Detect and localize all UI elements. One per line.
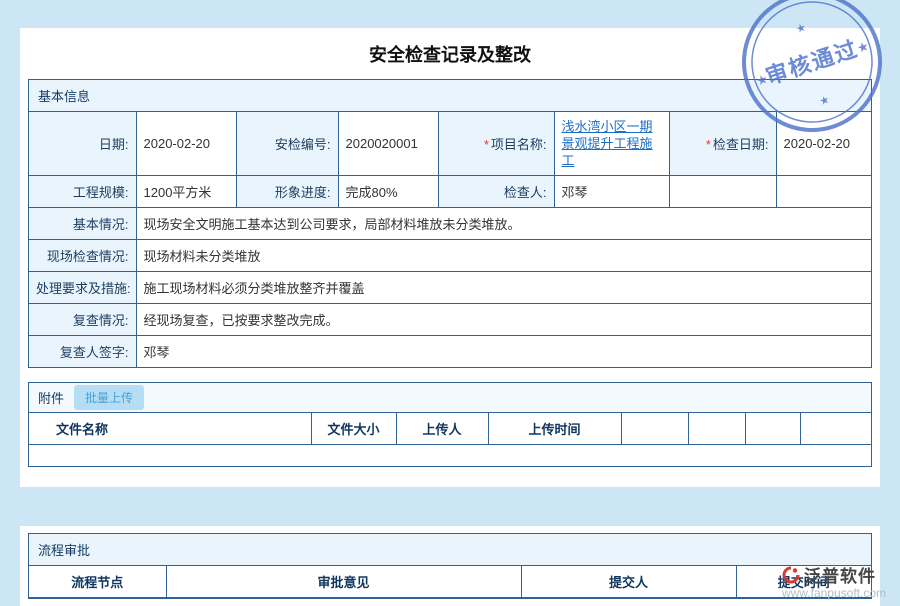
basic-info-table: 日期: 2020-02-20 安检编号: 2020020001 *项目名称: 浅… (29, 112, 871, 367)
approval-content-sheet: 流程审批 流程节点 审批意见 提交人 提交时间 (20, 526, 880, 606)
table-row: 日期: 2020-02-20 安检编号: 2020020001 *项目名称: 浅… (29, 112, 871, 176)
basic-info-panel: 基本信息 日期: 2020-02-20 安检编号: 2020020001 *项目… (28, 79, 872, 368)
empty-header-cell (745, 413, 800, 445)
approval-panel: 流程审批 流程节点 审批意见 提交人 提交时间 (28, 533, 872, 599)
signature-label: 复查人签字: (29, 336, 136, 368)
node-column-header: 流程节点 (29, 566, 166, 598)
basic-info-section-title: 基本信息 (38, 89, 90, 104)
table-row: 复查情况: 经现场复查，已按要求整改完成。 (29, 304, 871, 336)
review-label: 复查情况: (29, 304, 136, 336)
table-header-row: 文件名称 文件大小 上传人 上传时间 (29, 413, 871, 445)
empty-header-cell (688, 413, 745, 445)
empty-cell (669, 176, 776, 208)
fanpu-logo-icon (782, 566, 800, 584)
required-mark: * (706, 137, 711, 152)
panel-gap (28, 368, 872, 382)
approval-section-header: 流程审批 (29, 534, 871, 566)
project-value-cell: 浅水湾小区一期景观提升工程施工 (554, 112, 669, 176)
attachments-empty-area (29, 445, 871, 466)
site-check-value: 现场材料未分类堆放 (136, 240, 871, 272)
situation-label: 基本情况: (29, 208, 136, 240)
project-link[interactable]: 浅水湾小区一期景观提升工程施工 (562, 118, 662, 169)
situation-value: 现场安全文明施工基本达到公司要求，局部材料堆放未分类堆放。 (136, 208, 871, 240)
table-row: 现场检查情况: 现场材料未分类堆放 (29, 240, 871, 272)
fanpu-brand-text: 泛普软件 (804, 562, 876, 587)
file-size-column-header: 文件大小 (311, 413, 396, 445)
check-date-value: 2020-02-20 (776, 112, 871, 176)
required-mark: * (484, 137, 489, 152)
table-row: 复查人签字: 邓琴 (29, 336, 871, 368)
measures-label: 处理要求及措施: (29, 272, 136, 304)
file-name-column-header: 文件名称 (29, 413, 311, 445)
project-label-text: 项目名称: (491, 137, 547, 152)
attachments-table: 文件名称 文件大小 上传人 上传时间 (29, 413, 871, 445)
page-title: 安全检查记录及整改 (28, 28, 872, 79)
submitter-column-header: 提交人 (521, 566, 736, 598)
batch-upload-button[interactable]: 批量上传 (74, 385, 144, 410)
basic-info-section-header: 基本信息 (29, 80, 871, 112)
scale-value: 1200平方米 (136, 176, 236, 208)
empty-header-cell (800, 413, 871, 445)
site-check-label: 现场检查情况: (29, 240, 136, 272)
approval-section-title: 流程审批 (38, 543, 90, 558)
inspector-label: 检查人: (438, 176, 554, 208)
fanpu-watermark: www.fanpusoft.com (782, 587, 886, 600)
approval-table: 流程节点 审批意见 提交人 提交时间 (29, 566, 871, 598)
date-label: 日期: (29, 112, 136, 176)
upload-time-column-header: 上传时间 (488, 413, 621, 445)
table-row: 处理要求及措施: 施工现场材料必须分类堆放整齐并覆盖 (29, 272, 871, 304)
date-value: 2020-02-20 (136, 112, 236, 176)
progress-label: 形象进度: (236, 176, 338, 208)
main-content-sheet: 安全检查记录及整改 基本信息 日期: 2020-02-20 安检编号: 2020… (20, 28, 880, 487)
attachments-section-title: 附件 (38, 388, 64, 407)
opinion-column-header: 审批意见 (166, 566, 521, 598)
fanpu-brand: 泛普软件 www.fanpusoft.com (782, 562, 886, 600)
empty-header-cell (621, 413, 688, 445)
table-row: 工程规模: 1200平方米 形象进度: 完成80% 检查人: 邓琴 (29, 176, 871, 208)
inspector-value: 邓琴 (554, 176, 669, 208)
progress-value: 完成80% (338, 176, 438, 208)
empty-cell (776, 176, 871, 208)
fanpu-brand-row: 泛普软件 (782, 562, 886, 587)
review-value: 经现场复查，已按要求整改完成。 (136, 304, 871, 336)
attachments-section-header: 附件 批量上传 (29, 383, 871, 413)
project-label: *项目名称: (438, 112, 554, 176)
check-no-label: 安检编号: (236, 112, 338, 176)
attachments-panel: 附件 批量上传 文件名称 文件大小 上传人 上传时间 (28, 382, 872, 467)
table-header-row: 流程节点 审批意见 提交人 提交时间 (29, 566, 871, 598)
check-no-value: 2020020001 (338, 112, 438, 176)
check-date-label: *检查日期: (669, 112, 776, 176)
uploader-column-header: 上传人 (396, 413, 488, 445)
scale-label: 工程规模: (29, 176, 136, 208)
measures-value: 施工现场材料必须分类堆放整齐并覆盖 (136, 272, 871, 304)
check-date-label-text: 检查日期: (713, 137, 769, 152)
signature-value: 邓琴 (136, 336, 871, 368)
table-row: 基本情况: 现场安全文明施工基本达到公司要求，局部材料堆放未分类堆放。 (29, 208, 871, 240)
